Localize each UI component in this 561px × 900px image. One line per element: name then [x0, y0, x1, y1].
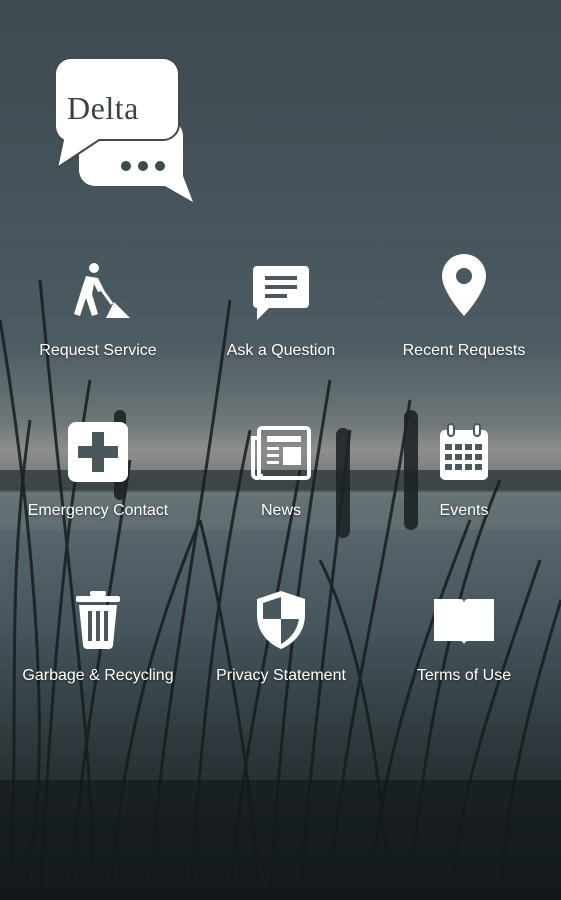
recent-requests-tile[interactable]: Recent Requests [379, 254, 549, 380]
tile-label: Emergency Contact [27, 502, 169, 519]
calendar-icon [440, 423, 488, 480]
ask-question-tile[interactable]: Ask a Question [196, 260, 366, 380]
trash-can-icon [76, 591, 120, 649]
emergency-contact-tile[interactable]: Emergency Contact [13, 420, 183, 540]
home-screen: Delta Request Service Ask a Question Rec… [0, 0, 561, 900]
garbage-recycling-tile[interactable]: Garbage & Recycling [13, 585, 183, 705]
events-tile[interactable]: Events [379, 420, 549, 540]
tile-label: Terms of Use [416, 667, 512, 684]
shield-icon [257, 591, 305, 649]
terms-of-use-tile[interactable]: Terms of Use [379, 585, 549, 705]
privacy-statement-tile[interactable]: Privacy Statement [196, 585, 366, 705]
request-service-tile[interactable]: Request Service [13, 260, 183, 380]
tile-label: Events [439, 502, 489, 519]
news-tile[interactable]: News [196, 420, 366, 540]
newspaper-icon [251, 426, 311, 480]
tile-label: Request Service [39, 342, 157, 359]
tile-label: Recent Requests [402, 342, 526, 359]
open-book-icon [434, 599, 494, 645]
worker-shovel-icon [74, 263, 130, 318]
delta-logo: Delta [53, 57, 195, 208]
tile-label: Privacy Statement [216, 667, 346, 684]
tile-label: Garbage & Recycling [22, 667, 174, 684]
tile-label: Ask a Question [226, 342, 336, 359]
map-pin-icon [442, 254, 486, 316]
medical-cross-icon [68, 422, 128, 482]
logo-text: Delta [67, 90, 139, 126]
tile-label: News [260, 502, 301, 519]
chat-bubble-icon [253, 266, 309, 320]
